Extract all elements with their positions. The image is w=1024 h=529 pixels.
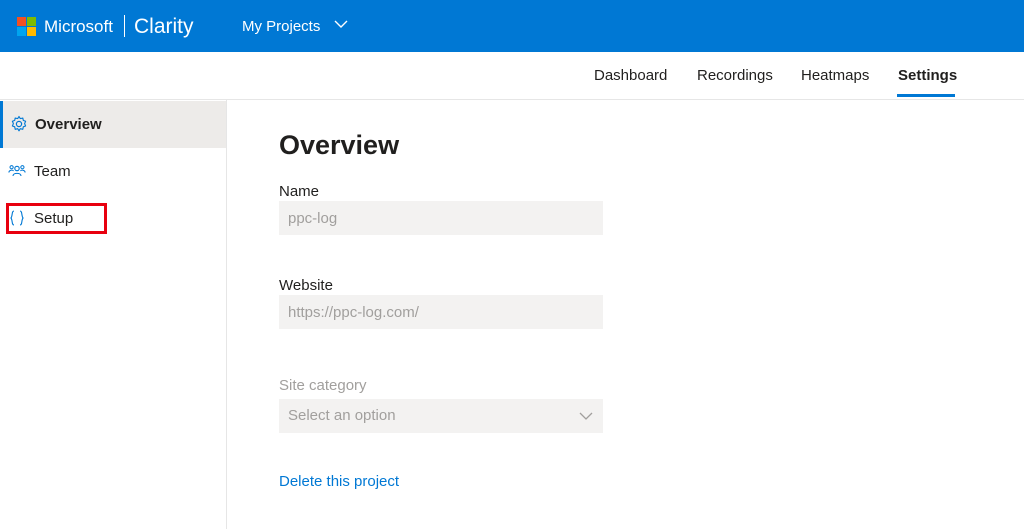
- sidebar-item-team[interactable]: Team: [0, 148, 226, 195]
- sidebar-item-overview[interactable]: Overview: [0, 101, 226, 148]
- delete-project-link[interactable]: Delete this project: [279, 472, 399, 492]
- website-label: Website: [279, 277, 333, 294]
- name-field[interactable]: [279, 201, 603, 235]
- page-title: Overview: [279, 130, 400, 160]
- site-category-label: Site category: [279, 377, 367, 394]
- nav-tabs: Dashboard Recordings Heatmaps Settings: [0, 52, 1024, 100]
- team-icon: [8, 165, 26, 177]
- tab-recordings[interactable]: Recordings: [697, 66, 773, 86]
- setup-highlight-box: [6, 203, 107, 234]
- brand-company[interactable]: Microsoft: [44, 17, 113, 37]
- name-label: Name: [279, 183, 320, 200]
- tab-settings[interactable]: Settings: [898, 66, 957, 86]
- website-field[interactable]: [279, 295, 603, 329]
- microsoft-logo-icon[interactable]: [17, 17, 36, 36]
- top-bar: Microsoft Clarity My Projects: [0, 0, 1024, 52]
- tab-dashboard[interactable]: Dashboard: [594, 66, 667, 86]
- project-switcher[interactable]: My Projects: [242, 17, 320, 37]
- gear-icon: [11, 115, 27, 132]
- site-category-select[interactable]: Select an option: [279, 399, 603, 433]
- tab-heatmaps[interactable]: Heatmaps: [801, 66, 869, 86]
- active-tab-indicator: [897, 94, 955, 97]
- brand-divider: [124, 15, 125, 37]
- chevron-down-icon: [579, 412, 593, 420]
- sidebar-item-label: Overview: [35, 116, 102, 133]
- brand-product[interactable]: Clarity: [134, 14, 194, 40]
- chevron-down-icon[interactable]: [333, 16, 349, 32]
- sidebar: Overview Team Setup: [0, 100, 227, 529]
- select-placeholder: Select an option: [288, 407, 396, 424]
- sidebar-item-label: Team: [34, 163, 71, 180]
